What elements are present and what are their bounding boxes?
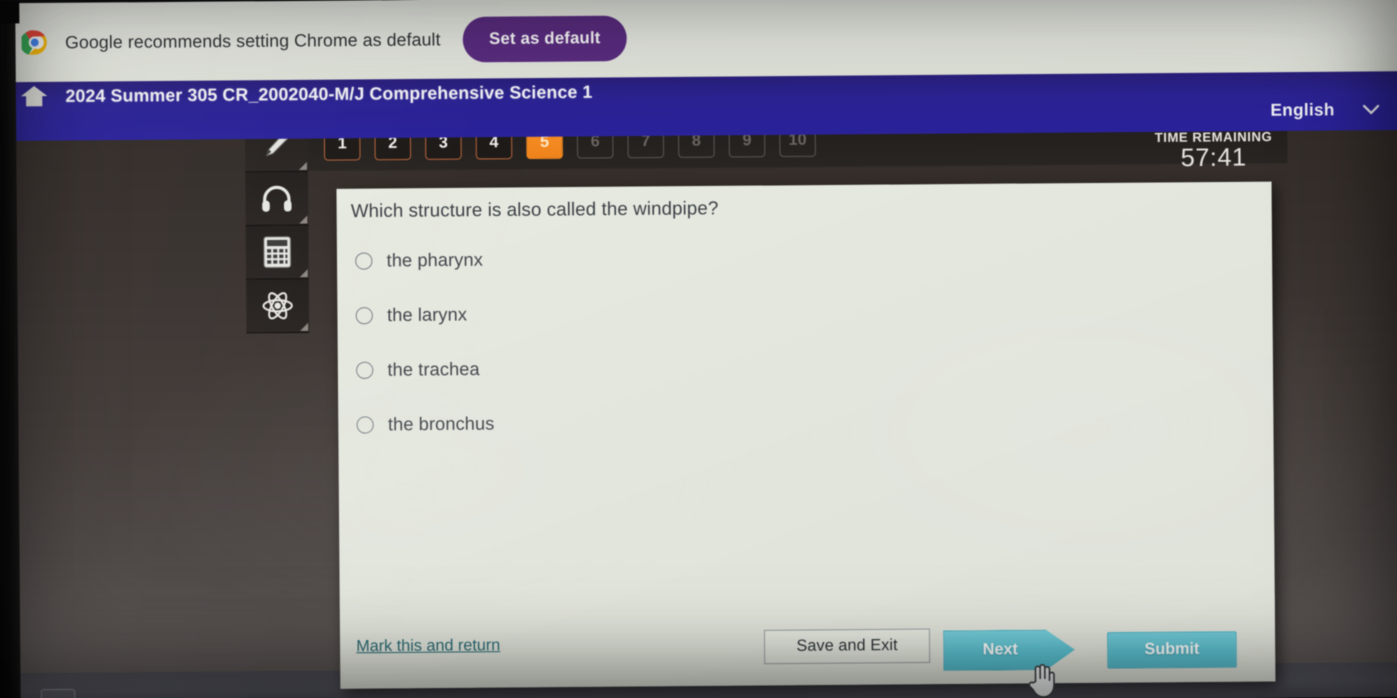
- chrome-default-browser-promo-bar: Google recommends setting Chrome as defa…: [0, 0, 1397, 83]
- question-card-footer: Mark this and return Save and Exit Next …: [340, 609, 1276, 689]
- answer-options-list: the pharynx the larynx the trachea the b…: [355, 228, 1065, 452]
- science-reference-tool[interactable]: [246, 279, 310, 334]
- set-as-default-button[interactable]: Set as default: [462, 15, 628, 62]
- radio-button-icon[interactable]: [355, 306, 373, 324]
- screen-bezel-corner: [0, 1, 20, 24]
- answer-option-label: the trachea: [387, 358, 480, 380]
- tool-rail: [244, 118, 310, 334]
- home-icon[interactable]: [20, 84, 49, 109]
- chevron-down-icon: [1363, 104, 1380, 115]
- radio-button-icon[interactable]: [356, 361, 374, 379]
- answer-option-2[interactable]: the larynx: [355, 282, 1064, 342]
- screen-photograph: Google recommends setting Chrome as defa…: [0, 0, 1397, 698]
- language-selected-value: English: [1270, 100, 1335, 120]
- chrome-logo-icon: [21, 30, 47, 55]
- taskbar-item[interactable]: [40, 688, 76, 698]
- answer-option-label: the larynx: [386, 303, 468, 325]
- question-card: Which structure is also called the windp…: [336, 181, 1276, 689]
- time-remaining-value: 57:41: [1180, 143, 1247, 173]
- radio-button-icon[interactable]: [355, 251, 373, 270]
- answer-option-3[interactable]: the trachea: [356, 337, 1065, 397]
- calculator-icon: [263, 236, 292, 268]
- question-prompt: Which structure is also called the windp…: [350, 197, 719, 222]
- headphones-icon: [262, 185, 292, 212]
- submit-button[interactable]: Submit: [1107, 631, 1237, 669]
- promo-message: Google recommends setting Chrome as defa…: [65, 28, 441, 52]
- radio-button-icon[interactable]: [356, 415, 374, 434]
- answer-option-label: the pharynx: [386, 248, 483, 270]
- atom-icon: [262, 292, 293, 320]
- page-title: 2024 Summer 305 CR_2002040-M/J Comprehen…: [65, 81, 593, 107]
- answer-option-1[interactable]: the pharynx: [355, 228, 1064, 288]
- save-and-exit-button[interactable]: Save and Exit: [763, 628, 931, 665]
- time-remaining: TIME REMAINING 57:41: [1155, 129, 1273, 173]
- answer-option-label: the bronchus: [387, 412, 495, 434]
- screen-surface: Google recommends setting Chrome as defa…: [0, 0, 1397, 698]
- audio-tool[interactable]: [245, 171, 309, 227]
- calculator-tool[interactable]: [245, 225, 309, 280]
- answer-option-4[interactable]: the bronchus: [356, 392, 1065, 452]
- mark-this-and-return-link[interactable]: Mark this and return: [356, 637, 500, 656]
- language-selector[interactable]: English: [1270, 100, 1380, 121]
- next-button[interactable]: Next: [943, 629, 1075, 671]
